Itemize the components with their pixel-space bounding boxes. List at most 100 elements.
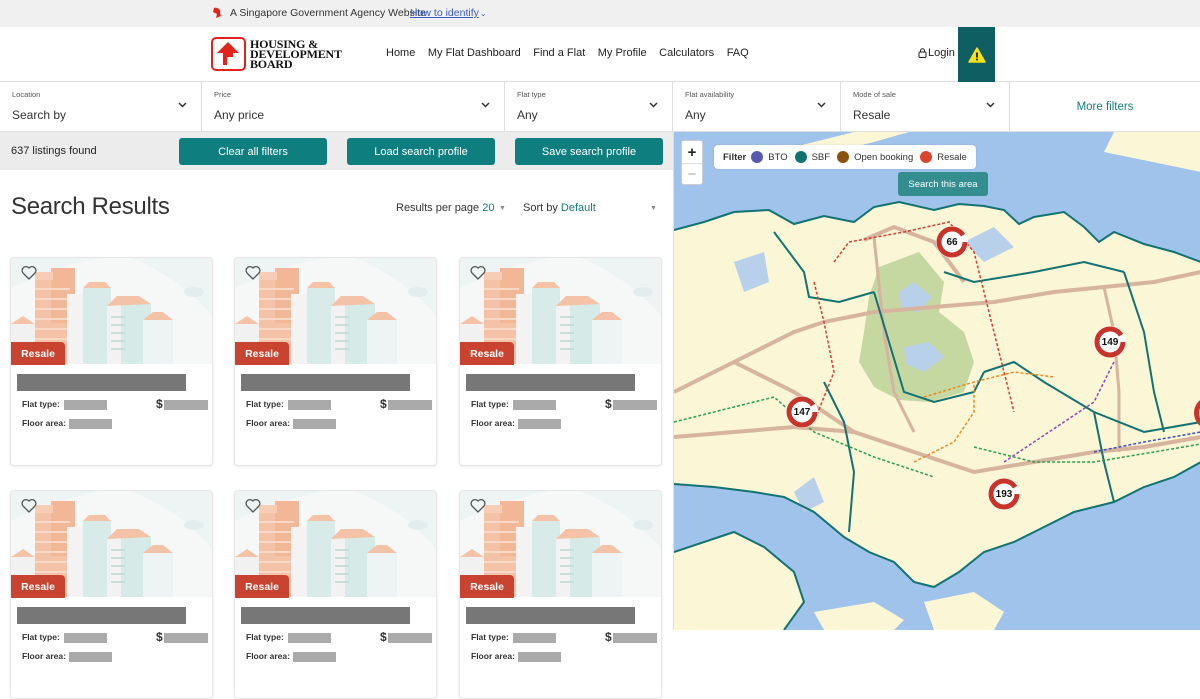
price-filter[interactable]: Price Any price: [202, 82, 505, 132]
how-to-identify-link[interactable]: How to identify⌄: [410, 7, 487, 19]
zoom-out-button[interactable]: −: [682, 163, 702, 185]
floor-area-label: Floor area:: [246, 418, 290, 428]
sort-by-label: Sort by: [523, 202, 558, 214]
floor-area-value-redacted: [69, 652, 112, 662]
zoom-in-button[interactable]: +: [682, 141, 702, 163]
more-filters-button[interactable]: More filters: [1010, 82, 1200, 132]
hdb-logo[interactable]: HOUSING & DEVELOPMENT BOARD: [211, 37, 342, 71]
nav-home[interactable]: Home: [386, 47, 415, 59]
open-booking-dot-icon[interactable]: [837, 151, 850, 163]
lion-head-icon: [213, 7, 221, 18]
price-filter-label: Price: [214, 90, 232, 99]
cluster-count: 149: [1101, 336, 1119, 348]
flat-type-value-redacted: [513, 633, 556, 643]
dropdown-arrow-icon[interactable]: ▼: [650, 205, 657, 212]
resale-badge: Resale: [11, 575, 65, 598]
save-search-profile-button[interactable]: Save search profile: [515, 138, 663, 165]
flat-type-filter[interactable]: Flat type Any: [505, 82, 673, 132]
flat-type-filter-label: Flat type: [517, 90, 546, 99]
favorite-heart-icon[interactable]: [470, 265, 486, 280]
listing-card[interactable]: Resale Flat type: $ Floor area:: [459, 490, 662, 699]
favorite-heart-icon[interactable]: [245, 265, 261, 280]
listing-card[interactable]: Resale Flat type: $ Floor area:: [10, 257, 213, 466]
login-button[interactable]: Login: [918, 47, 955, 59]
nav-calculators[interactable]: Calculators: [659, 47, 714, 59]
load-search-profile-button[interactable]: Load search profile: [347, 138, 495, 165]
price-value-redacted: [613, 400, 657, 410]
mode-of-sale-filter-value: Resale: [853, 108, 891, 122]
resale-badge: Resale: [460, 342, 514, 365]
cluster-marker-jurong-east[interactable]: 147: [786, 396, 818, 428]
mode-of-sale-filter[interactable]: Mode of sale Resale: [841, 82, 1010, 132]
hdb-logo-text: HOUSING & DEVELOPMENT BOARD: [250, 38, 342, 70]
resale-badge: Resale: [11, 342, 65, 365]
location-filter-label: Location: [12, 90, 41, 99]
chevron-down-icon: ⌄: [479, 9, 487, 18]
clear-all-filters-button[interactable]: Clear all filters: [179, 138, 327, 165]
main-navbar: HOUSING & DEVELOPMENT BOARD Home My Flat…: [0, 27, 1200, 82]
flat-type-value-redacted: [288, 633, 331, 643]
flat-type-value-redacted: [513, 400, 556, 410]
search-this-area-button[interactable]: Search this area: [898, 172, 988, 196]
flat-availability-filter[interactable]: Flat availability Any: [673, 82, 841, 132]
favorite-heart-icon[interactable]: [21, 498, 37, 513]
resale-badge: Resale: [235, 342, 289, 365]
listing-title-redacted: [241, 374, 410, 391]
price-currency: $: [380, 630, 387, 644]
price-currency: $: [605, 630, 612, 644]
results-per-page-value: 20: [482, 202, 495, 214]
chevron-down-icon: [178, 102, 187, 108]
action-bar: 637 listings found Clear all filters Loa…: [0, 132, 673, 170]
cluster-marker-orchard[interactable]: 193: [988, 478, 1020, 510]
cluster-count: 66: [946, 236, 958, 248]
bto-dot-icon[interactable]: [751, 151, 764, 163]
results-header: Search Results Results per page 20 ▼ Sor…: [0, 185, 673, 230]
favorite-heart-icon[interactable]: [245, 498, 261, 513]
listing-title-redacted: [466, 374, 635, 391]
price-value-redacted: [164, 633, 208, 643]
floor-area-label: Floor area:: [22, 651, 66, 661]
favorite-heart-icon[interactable]: [21, 265, 37, 280]
resale-dot-icon[interactable]: [920, 151, 933, 163]
nav-my-flat-dashboard[interactable]: My Flat Dashboard: [428, 47, 521, 59]
flat-type-value-redacted: [288, 400, 331, 410]
nav-faq[interactable]: FAQ: [727, 47, 749, 59]
favorite-heart-icon[interactable]: [470, 498, 486, 513]
nav-find-a-flat[interactable]: Find a Flat: [533, 47, 585, 59]
price-value-redacted: [388, 400, 432, 410]
flat-availability-filter-value: Any: [685, 108, 706, 122]
legend-bto[interactable]: BTO: [768, 152, 787, 163]
legend-resale[interactable]: Resale: [937, 152, 967, 163]
price-filter-value: Any price: [214, 108, 265, 122]
sbf-dot-icon[interactable]: [794, 151, 807, 163]
listing-title-redacted: [17, 607, 186, 624]
location-filter[interactable]: Location Search by: [0, 82, 202, 132]
listings-count: 637 listings found: [11, 145, 97, 157]
sort-by-select[interactable]: Sort by Default: [523, 202, 596, 214]
map-panel[interactable]: + − Filter BTO SBF Open booking Resale S…: [673, 132, 1200, 630]
listing-card[interactable]: Resale Flat type: $ Floor area:: [459, 257, 662, 466]
login-label: Login: [928, 47, 955, 59]
flat-type-value-redacted: [64, 400, 107, 410]
cluster-marker-hougang[interactable]: 149: [1094, 326, 1126, 358]
flat-type-filter-value: Any: [517, 108, 538, 122]
cluster-marker-sembawang[interactable]: 66: [936, 226, 968, 258]
singapore-map[interactable]: [674, 132, 1200, 630]
listing-card[interactable]: Resale Flat type: $ Floor area:: [234, 257, 437, 466]
legend-open-booking[interactable]: Open booking: [854, 152, 913, 163]
alert-button[interactable]: [958, 27, 995, 82]
lock-icon: [918, 48, 927, 58]
resale-badge: Resale: [235, 575, 289, 598]
listing-card[interactable]: Resale Flat type: $ Floor area:: [234, 490, 437, 699]
floor-area-value-redacted: [518, 652, 561, 662]
floor-area-label: Floor area:: [471, 651, 515, 661]
results-per-page-label: Results per page: [396, 202, 480, 214]
listing-card[interactable]: Resale Flat type: $ Floor area:: [10, 490, 213, 699]
results-per-page-select[interactable]: Results per page 20: [396, 202, 494, 214]
price-value-redacted: [613, 633, 657, 643]
nav-my-profile[interactable]: My Profile: [598, 47, 647, 59]
flat-type-label: Flat type:: [22, 632, 60, 642]
gov-masthead: A Singapore Government Agency Website Ho…: [0, 0, 1200, 27]
legend-sbf[interactable]: SBF: [812, 152, 830, 163]
dropdown-arrow-icon[interactable]: ▼: [499, 205, 506, 212]
